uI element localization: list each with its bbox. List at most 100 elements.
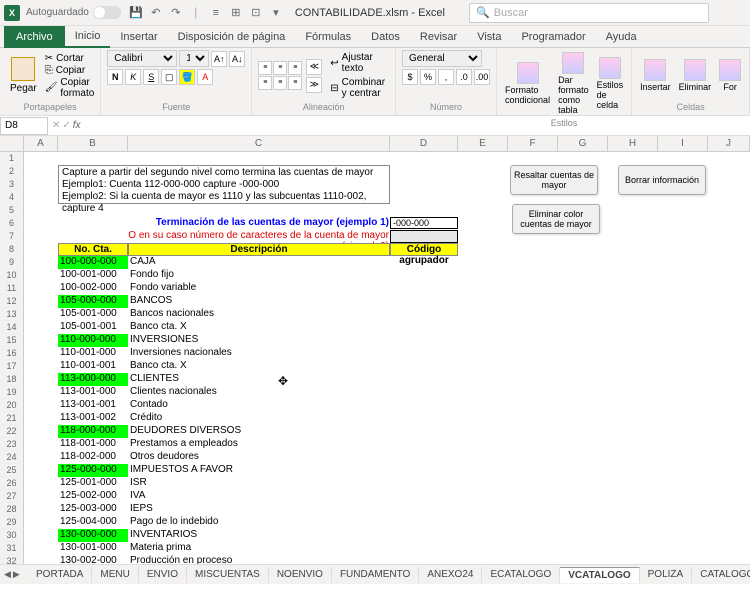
fill-color-button[interactable]: 🪣	[179, 69, 195, 85]
row-header[interactable]: 19	[0, 386, 24, 399]
table-row[interactable]: 100-002-000Fondo variable	[58, 282, 390, 295]
copy-button[interactable]: ⎘Copiar	[45, 65, 95, 76]
format-painter-button[interactable]: 🖌Copiar formato	[45, 77, 95, 99]
table-row[interactable]: 105-000-000BANCOS	[58, 295, 390, 308]
alignment-buttons[interactable]: ≡≡≡ ≡≡≡	[258, 61, 302, 90]
resaltar-button[interactable]: Resaltar cuentas de mayor	[510, 165, 598, 195]
account-desc-cell[interactable]: Clientes nacionales	[128, 386, 390, 399]
col-header[interactable]: F	[508, 136, 558, 151]
account-desc-cell[interactable]: ISR	[128, 477, 390, 490]
row-header[interactable]: 22	[0, 425, 24, 438]
wrap-text-button[interactable]: ↩Ajustar texto	[326, 51, 389, 75]
row-header[interactable]: 23	[0, 438, 24, 451]
row-header[interactable]: 1	[0, 152, 24, 165]
row-header[interactable]: 32	[0, 555, 24, 564]
table-row[interactable]: 110-000-000INVERSIONES	[58, 334, 390, 347]
decrease-font-button[interactable]: A↓	[229, 51, 245, 67]
col-header[interactable]: B	[58, 136, 128, 151]
col-header[interactable]: E	[458, 136, 508, 151]
col-header[interactable]: D	[390, 136, 458, 151]
table-row[interactable]: 125-001-000ISR	[58, 477, 390, 490]
row-header[interactable]: 16	[0, 347, 24, 360]
tab-data[interactable]: Datos	[361, 26, 410, 48]
table-row[interactable]: 113-001-001Contado	[58, 399, 390, 412]
account-desc-cell[interactable]: Pago de lo indebido	[128, 516, 390, 529]
account-code-cell[interactable]: 125-000-000	[58, 464, 128, 477]
account-desc-cell[interactable]: IVA	[128, 490, 390, 503]
italic-button[interactable]: K	[125, 69, 141, 85]
terminacion-input[interactable]: -000-000	[390, 217, 458, 229]
account-code-cell[interactable]: 105-000-000	[58, 295, 128, 308]
enter-icon[interactable]: ✓	[62, 120, 70, 131]
row-header[interactable]: 18	[0, 373, 24, 386]
account-code-cell[interactable]: 130-001-000	[58, 542, 128, 555]
row-header[interactable]: 17	[0, 360, 24, 373]
format-table-button[interactable]: Dar formato como tabla	[556, 50, 591, 117]
tab-insert[interactable]: Insertar	[110, 26, 167, 48]
row-header[interactable]: 28	[0, 503, 24, 516]
tab-home[interactable]: Inicio	[65, 26, 111, 48]
account-code-cell[interactable]: 125-001-000	[58, 477, 128, 490]
account-desc-cell[interactable]: Bancos nacionales	[128, 308, 390, 321]
account-desc-cell[interactable]: Materia prima	[128, 542, 390, 555]
col-header[interactable]: C	[128, 136, 390, 151]
row-header[interactable]: 13	[0, 308, 24, 321]
account-desc-cell[interactable]: BANCOS	[128, 295, 390, 308]
indent-increase-button[interactable]: ≫	[306, 77, 322, 93]
tab-nav-next-icon[interactable]: ▶	[13, 569, 20, 580]
row-header[interactable]: 25	[0, 464, 24, 477]
account-desc-cell[interactable]: Crédito	[128, 412, 390, 425]
row-header[interactable]: 5	[0, 204, 24, 217]
border-button[interactable]: ▢	[161, 69, 177, 85]
sheet-tab[interactable]: ECATALOGO	[482, 567, 560, 583]
account-desc-cell[interactable]: INVENTARIOS	[128, 529, 390, 542]
name-box[interactable]: D8	[0, 117, 48, 135]
indent-decrease-button[interactable]: ≪	[306, 59, 322, 75]
account-code-cell[interactable]: 118-000-000	[58, 425, 128, 438]
account-desc-cell[interactable]: Fondo variable	[128, 282, 390, 295]
account-code-cell[interactable]: 118-001-000	[58, 438, 128, 451]
account-code-cell[interactable]: 125-004-000	[58, 516, 128, 529]
table-row[interactable]: 110-001-001Banco cta. X	[58, 360, 390, 373]
number-format-select[interactable]: General	[402, 50, 482, 67]
percent-button[interactable]: %	[420, 69, 436, 85]
sheet-tab[interactable]: CATALOGO8	[692, 567, 750, 583]
tab-nav-prev-icon[interactable]: ◀	[4, 569, 11, 580]
tab-view[interactable]: Vista	[467, 26, 511, 48]
font-color-button[interactable]: A	[197, 69, 213, 85]
row-header[interactable]: 27	[0, 490, 24, 503]
sheet-tab[interactable]: ENVIO	[139, 567, 187, 583]
sheet-tab[interactable]: MISCUENTAS	[187, 567, 269, 583]
borrar-button[interactable]: Borrar información	[618, 165, 706, 195]
account-code-cell[interactable]: 110-000-000	[58, 334, 128, 347]
underline-button[interactable]: S	[143, 69, 159, 85]
account-code-cell[interactable]: 113-001-001	[58, 399, 128, 412]
row-header[interactable]: 21	[0, 412, 24, 425]
account-desc-cell[interactable]: CLIENTES	[128, 373, 390, 386]
tab-developer[interactable]: Programador	[511, 26, 595, 48]
row-header[interactable]: 31	[0, 542, 24, 555]
qat-icon-2[interactable]: ⊞	[229, 6, 243, 20]
account-code-cell[interactable]: 130-002-000	[58, 555, 128, 564]
sheet-tab[interactable]: NOENVIO	[269, 567, 332, 583]
account-desc-cell[interactable]: Inversiones nacionales	[128, 347, 390, 360]
table-row[interactable]: 130-001-000Materia prima	[58, 542, 390, 555]
account-code-cell[interactable]: 100-000-000	[58, 256, 128, 269]
row-header[interactable]: 26	[0, 477, 24, 490]
caracteres-input[interactable]	[390, 230, 458, 243]
cancel-icon[interactable]: ✕	[52, 120, 60, 131]
table-row[interactable]: 125-004-000Pago de lo indebido	[58, 516, 390, 529]
merge-button[interactable]: ⊟Combinar y centrar	[326, 76, 389, 100]
account-desc-cell[interactable]: Banco cta. X	[128, 321, 390, 334]
row-header[interactable]: 12	[0, 295, 24, 308]
account-code-cell[interactable]: 110-001-000	[58, 347, 128, 360]
table-row[interactable]: 125-000-000IMPUESTOS A FAVOR	[58, 464, 390, 477]
bold-button[interactable]: N	[107, 69, 123, 85]
row-header[interactable]: 14	[0, 321, 24, 334]
increase-font-button[interactable]: A↑	[211, 51, 227, 67]
table-row[interactable]: 100-001-000Fondo fijo	[58, 269, 390, 282]
sheet-tab[interactable]: ANEXO24	[419, 567, 482, 583]
table-row[interactable]: 105-001-000Bancos nacionales	[58, 308, 390, 321]
delete-cells-button[interactable]: Eliminar	[677, 57, 714, 94]
conditional-format-button[interactable]: Formato condicional	[503, 60, 552, 107]
